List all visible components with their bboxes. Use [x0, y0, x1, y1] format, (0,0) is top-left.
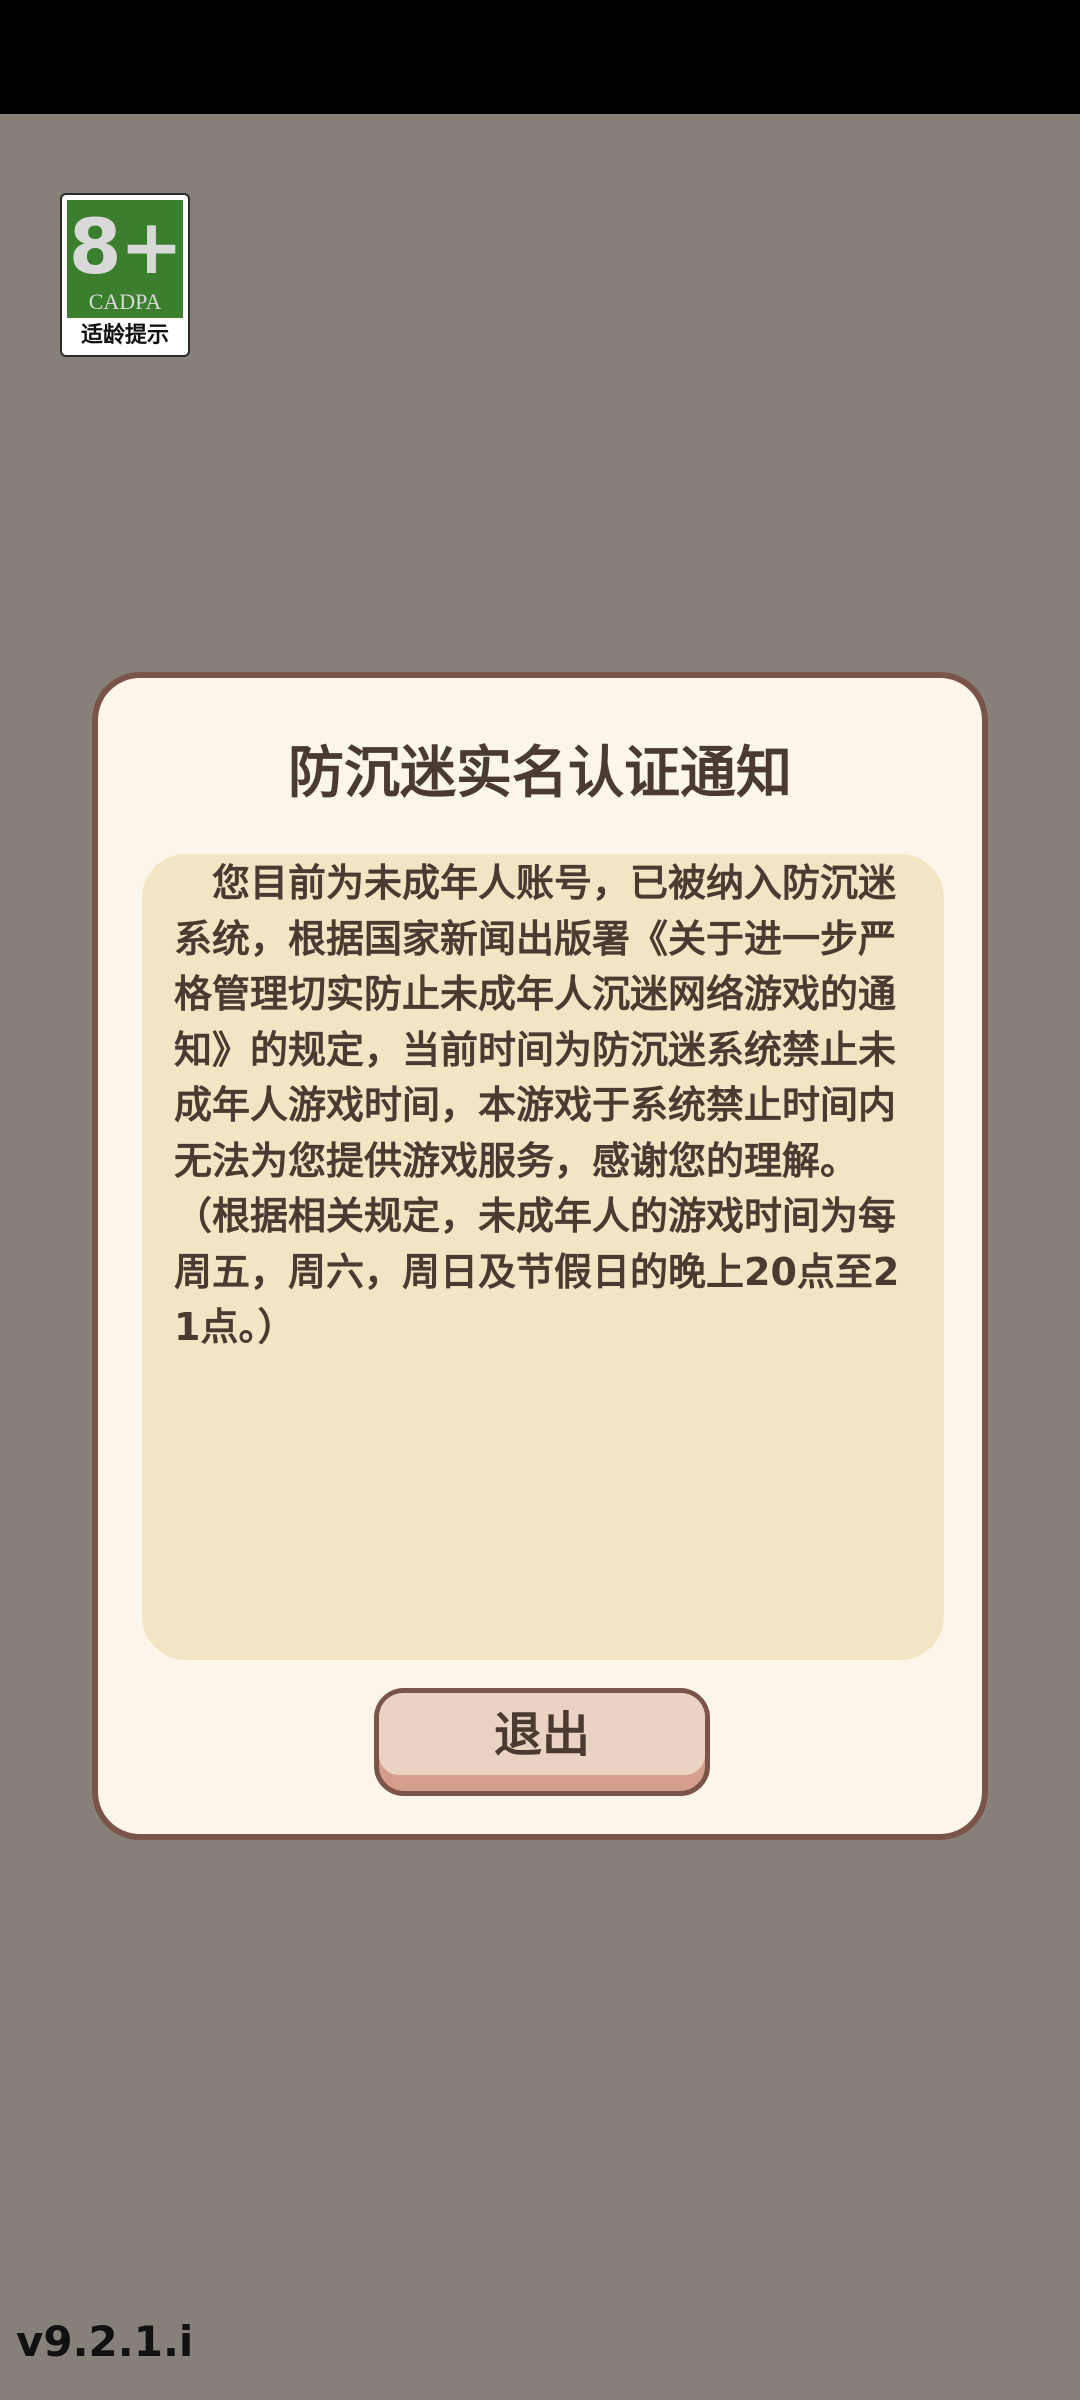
- exit-button[interactable]: 退出: [374, 1688, 710, 1796]
- age-rating-badge: 8+ CADPA 适龄提示: [60, 193, 190, 357]
- exit-button-face: 退出: [379, 1693, 705, 1775]
- age-rating-caption: 适龄提示: [80, 323, 169, 348]
- age-rating-org: CADPA: [88, 289, 162, 314]
- age-rating-value: 8+: [68, 202, 184, 291]
- anti-addiction-dialog: 防沉迷实名认证通知 您目前为未成年人账号，已被纳入防沉迷系统，根据国家新闻出版署…: [92, 672, 988, 1840]
- version-label: v9.2.1.i: [16, 2317, 194, 2366]
- notice-panel: 您目前为未成年人账号，已被纳入防沉迷系统，根据国家新闻出版署《关于进一步严格管理…: [142, 854, 944, 1660]
- dialog-title: 防沉迷实名认证通知: [288, 741, 792, 806]
- exit-button-label: 退出: [493, 1707, 590, 1763]
- age-rating-icon: 8+ CADPA: [67, 200, 183, 318]
- status-bar: [0, 0, 1080, 114]
- notice-text: 您目前为未成年人账号，已被纳入防沉迷系统，根据国家新闻出版署《关于进一步严格管理…: [174, 861, 900, 1349]
